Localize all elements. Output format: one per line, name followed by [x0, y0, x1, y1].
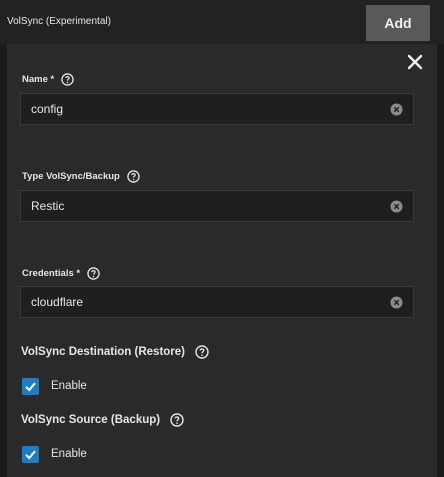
- close-icon[interactable]: [405, 52, 425, 72]
- credentials-label: Credentials *: [22, 268, 81, 279]
- checkmark-icon: [25, 382, 36, 392]
- credentials-label-row: Credentials *: [22, 267, 100, 280]
- source-title: VolSync Source (Backup): [21, 414, 161, 426]
- source-enable-checkbox[interactable]: [22, 446, 39, 463]
- type-select-value: Restic: [31, 199, 65, 213]
- help-icon[interactable]: [87, 267, 100, 280]
- help-icon[interactable]: [170, 413, 184, 427]
- help-icon[interactable]: [61, 73, 74, 86]
- type-select[interactable]: Restic: [20, 190, 414, 222]
- source-title-row: VolSync Source (Backup): [21, 413, 184, 427]
- help-icon[interactable]: [127, 170, 140, 183]
- destination-title-row: VolSync Destination (Restore): [21, 345, 209, 359]
- source-enable-label[interactable]: Enable: [51, 448, 87, 460]
- destination-enable-checkbox[interactable]: [22, 378, 39, 395]
- checkmark-icon: [25, 450, 36, 460]
- clear-icon[interactable]: [390, 296, 403, 309]
- section-title: VolSync (Experimental): [7, 16, 111, 27]
- clear-icon[interactable]: [390, 103, 403, 116]
- name-input-value: config: [31, 102, 64, 116]
- name-input[interactable]: config: [20, 93, 414, 125]
- destination-enable-label[interactable]: Enable: [51, 380, 87, 392]
- type-label-row: Type VolSync/Backup: [22, 170, 140, 183]
- destination-title: VolSync Destination (Restore): [21, 346, 186, 358]
- type-label: Type VolSync/Backup: [22, 171, 120, 182]
- clear-icon[interactable]: [390, 200, 403, 213]
- help-icon[interactable]: [195, 345, 209, 359]
- credentials-select-value: cloudflare: [31, 295, 84, 309]
- credentials-select[interactable]: cloudflare: [20, 286, 414, 318]
- name-label-row: Name *: [22, 73, 74, 86]
- add-button[interactable]: Add: [366, 5, 430, 41]
- name-label: Name *: [22, 74, 55, 85]
